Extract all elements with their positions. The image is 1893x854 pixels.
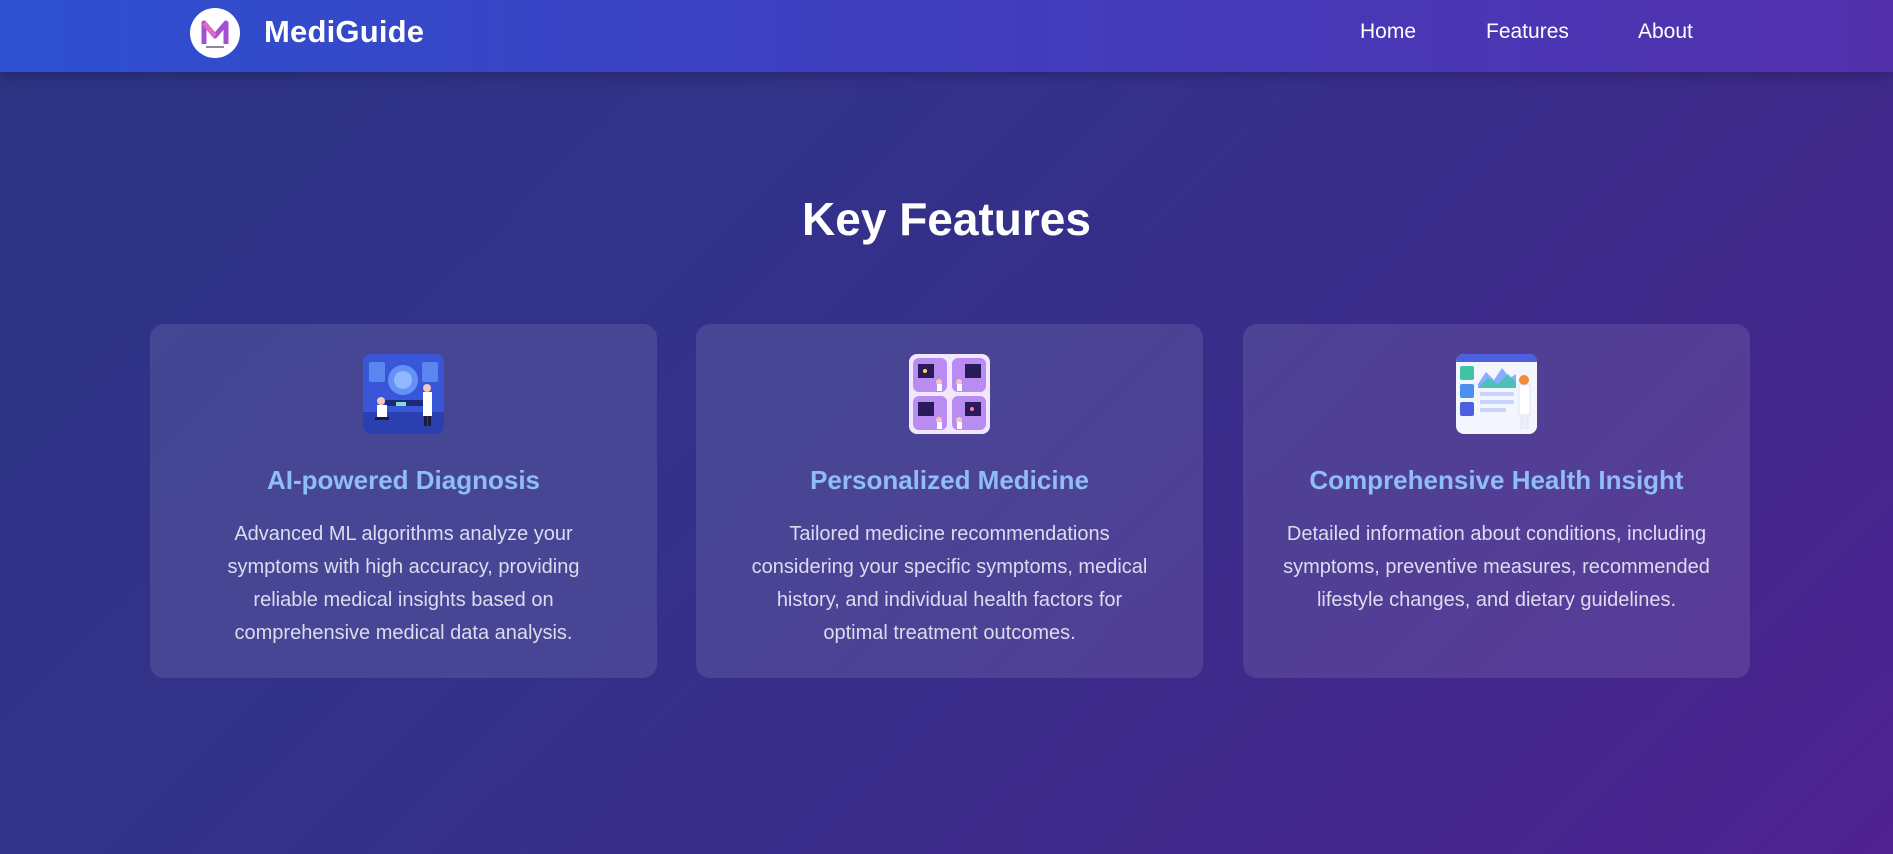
health-insight-illustration (1456, 354, 1537, 434)
feature-card-description: Detailed information about conditions, i… (1283, 523, 1710, 611)
feature-card-title: AI-powered Diagnosis (266, 465, 541, 495)
personalized-medicine-illustration (909, 354, 990, 434)
feature-card-personalized-medicine: Personalized Medicine Tailored medicine … (696, 324, 1203, 678)
nav-home-link[interactable]: Home (1360, 20, 1416, 44)
feature-card-title: Comprehensive Health Insight (1309, 465, 1684, 495)
m-logo-icon[interactable] (190, 8, 240, 58)
feature-card-description: Advanced ML algorithms analyze your symp… (227, 523, 580, 644)
nav-about-link[interactable]: About (1638, 20, 1693, 44)
feature-card-title: Personalized Medicine (810, 465, 1089, 495)
brand-name[interactable]: MediGuide (264, 14, 424, 50)
ai-diagnosis-illustration (363, 354, 444, 434)
feature-card-health-insight: Comprehensive Health Insight Detailed in… (1243, 324, 1750, 678)
section-title: Key Features (802, 193, 1091, 245)
feature-card-description: Tailored medicine recommendations consid… (751, 523, 1148, 644)
navbar: MediGuide Home Features About (0, 0, 1893, 72)
feature-card-ai-diagnosis: AI-powered Diagnosis Advanced ML algorit… (150, 324, 657, 678)
nav-features-link[interactable]: Features (1486, 20, 1569, 44)
